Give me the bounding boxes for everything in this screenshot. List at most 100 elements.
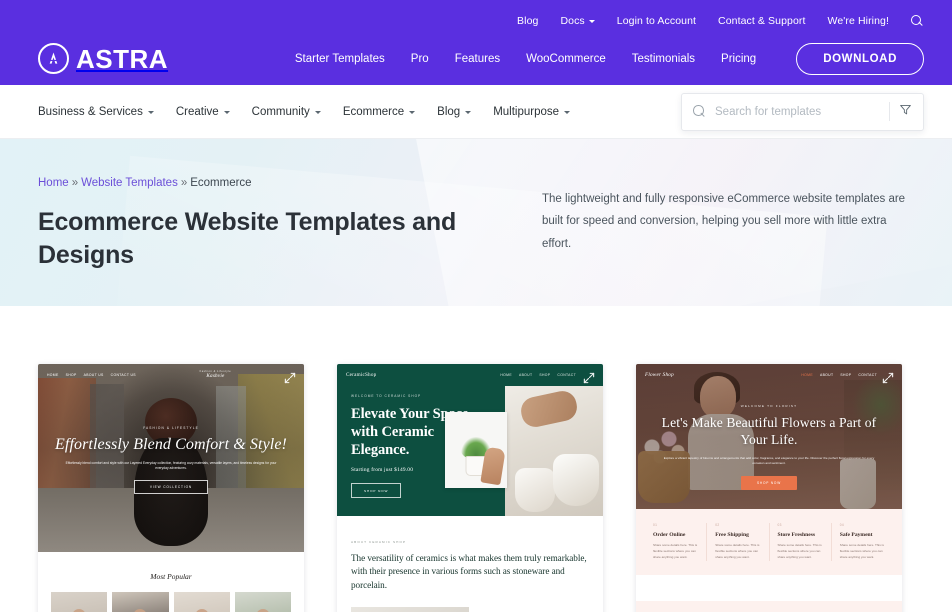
feature-description: Share some details here. This is flexibl… (839, 543, 884, 559)
utility-link-blog-label: Blog (517, 15, 539, 27)
filter-icon[interactable] (899, 103, 912, 121)
expand-icon[interactable] (882, 371, 894, 384)
template-card-ceramic[interactable]: CeramicShop HOME ABOUT SHOP CONTACT WELC… (337, 364, 603, 612)
product-thumbnail[interactable] (173, 592, 230, 612)
fashion-eyebrow: FASHION & LIFESTYLE (143, 426, 199, 430)
flower-features-section: 01 Order Online Share some details here.… (636, 509, 902, 612)
flower-cta-button[interactable]: SHOP NOW (740, 475, 798, 490)
mini-nav-shop[interactable]: Shop (840, 373, 851, 377)
breadcrumb-separator: » (180, 177, 188, 189)
page-title: Ecommerce Website Templates and Designs (38, 208, 457, 270)
hero-right-column: The lightweight and fully responsive eCo… (542, 177, 914, 306)
category-multipurpose[interactable]: Multipurpose (493, 106, 571, 118)
mini-nav-about[interactable]: ABOUT (519, 373, 532, 377)
utility-link-hiring[interactable]: We're Hiring! (828, 15, 889, 27)
flower-feature-list: 01 Order Online Share some details here.… (645, 523, 893, 561)
mini-nav-contact[interactable]: Contact Us (111, 373, 136, 377)
feature-item-safe-payment: 04 Safe Payment Share some details here.… (832, 523, 893, 561)
nav-features[interactable]: Features (455, 53, 500, 65)
mini-nav-shop[interactable]: Shop (66, 373, 77, 377)
utility-link-contact[interactable]: Contact & Support (718, 15, 806, 27)
mini-nav-home[interactable]: Home (801, 373, 813, 377)
nav-starter-templates[interactable]: Starter Templates (295, 53, 385, 65)
astra-logo[interactable]: ASTRA (38, 43, 168, 74)
category-blog[interactable]: Blog (437, 106, 472, 118)
astra-logo-text: ASTRA (76, 43, 169, 74)
template-card-fashion[interactable]: Home Shop About Us Contact Us Fashion & … (38, 364, 304, 612)
site-header: Blog Docs Login to Account Contact & Sup… (0, 0, 952, 85)
ceramic-mini-nav-links: HOME ABOUT SHOP CONTACT (500, 373, 576, 377)
category-navigation: Business & Services Creative Community E… (38, 105, 571, 118)
nav-pro[interactable]: Pro (411, 53, 429, 65)
chevron-down-icon (409, 110, 416, 114)
fashion-brand-tagline: Fashion & Lifestyle (199, 370, 232, 373)
feature-item-free-shipping: 02 Free Shipping Share some details here… (707, 523, 770, 561)
chevron-down-icon (465, 110, 472, 114)
ceramic-cta-button[interactable]: SHOP NOW (351, 483, 402, 499)
decorative-hand (480, 446, 506, 486)
search-icon (693, 105, 706, 118)
page-hero: Home» Website Templates» Ecommerce Ecommer… (0, 139, 952, 306)
fashion-headline: Effortlessly Blend Comfort & Style! (55, 436, 287, 453)
ceramic-text-placeholder (481, 607, 589, 612)
mini-nav-home[interactable]: Home (47, 373, 59, 377)
breadcrumb-separator: » (71, 177, 79, 189)
feature-item-store-freshness: 03 Store Freshness Share some details he… (770, 523, 832, 561)
product-thumbnail[interactable] (112, 592, 169, 612)
flower-mini-nav: Flower Shop Home About Shop Contact (636, 364, 902, 385)
ceramic-content-image (351, 607, 469, 612)
template-card-flower-shop[interactable]: Flower Shop Home About Shop Contact WELC… (636, 364, 902, 612)
ceramic-hero-section: CeramicShop HOME ABOUT SHOP CONTACT WELC… (337, 364, 603, 516)
mini-nav-about[interactable]: About (820, 373, 833, 377)
product-thumbnail[interactable] (51, 592, 108, 612)
breadcrumb-home[interactable]: Home (38, 177, 69, 189)
download-button[interactable]: DOWNLOAD (796, 42, 924, 75)
fashion-cta-button[interactable]: VIEW COLLECTION (133, 480, 209, 495)
category-community-label: Community (251, 105, 310, 118)
nav-woocommerce[interactable]: WooCommerce (526, 53, 606, 65)
search-input[interactable] (715, 105, 880, 118)
product-thumbnail[interactable] (234, 592, 291, 612)
feature-title: Safe Payment (839, 532, 873, 538)
utility-link-blog[interactable]: Blog (517, 15, 538, 27)
fashion-subtext: Effortlessly blend comfort and style wit… (65, 460, 277, 471)
ceramic-brand: CeramicShop (346, 371, 377, 378)
mini-nav-contact[interactable]: CONTACT (557, 373, 576, 377)
ceramic-about-text: The versatility of ceramics is what make… (351, 553, 587, 590)
ceramic-eyebrow: WELCOME TO CERAMIC SHOP (351, 394, 422, 398)
nav-pricing[interactable]: Pricing (721, 53, 756, 65)
category-community[interactable]: Community (252, 106, 321, 118)
mini-nav-contact[interactable]: Contact (858, 373, 877, 377)
mini-nav-home[interactable]: HOME (500, 373, 512, 377)
astra-logo-mark-icon (38, 43, 69, 74)
mini-nav-shop[interactable]: SHOP (539, 373, 550, 377)
chevron-down-icon (223, 110, 230, 114)
mini-nav-about[interactable]: About Us (84, 373, 104, 377)
template-search-box[interactable] (681, 92, 924, 131)
feature-description: Share some details here. This is flexibl… (653, 543, 698, 559)
nav-testimonials[interactable]: Testimonials (632, 53, 695, 65)
category-creative[interactable]: Creative (176, 106, 230, 118)
utility-link-docs-label: Docs (560, 15, 585, 27)
breadcrumb-website-templates[interactable]: Website Templates (81, 177, 178, 189)
utility-link-contact-label: Contact & Support (718, 15, 806, 27)
utility-link-hiring-label: We're Hiring! (827, 15, 889, 27)
hero-left-column: Home» Website Templates» Ecommerce Ecommer… (38, 177, 538, 306)
fashion-hero-section: Home Shop About Us Contact Us Fashion & … (38, 364, 304, 552)
category-ecommerce[interactable]: Ecommerce (342, 105, 416, 118)
utility-link-docs[interactable]: Docs (560, 15, 595, 27)
expand-icon[interactable] (583, 371, 595, 384)
search-icon[interactable] (911, 14, 924, 28)
expand-icon[interactable] (284, 371, 296, 384)
utility-link-login[interactable]: Login to Account (617, 15, 696, 27)
chevron-down-icon (147, 110, 154, 114)
ceramic-photo-large (505, 386, 603, 516)
flower-mini-nav-links: Home About Shop Contact (801, 373, 877, 377)
feature-description: Share some details here. This is flexibl… (715, 543, 760, 559)
category-business-services[interactable]: Business & Services (38, 106, 154, 118)
chevron-down-icon (588, 20, 595, 23)
template-category-bar: Business & Services Creative Community E… (0, 85, 952, 139)
feature-description: Share some details here. This is flexibl… (777, 543, 822, 559)
category-ecommerce-label: Ecommerce (342, 105, 405, 118)
category-business-services-label: Business & Services (38, 105, 143, 118)
